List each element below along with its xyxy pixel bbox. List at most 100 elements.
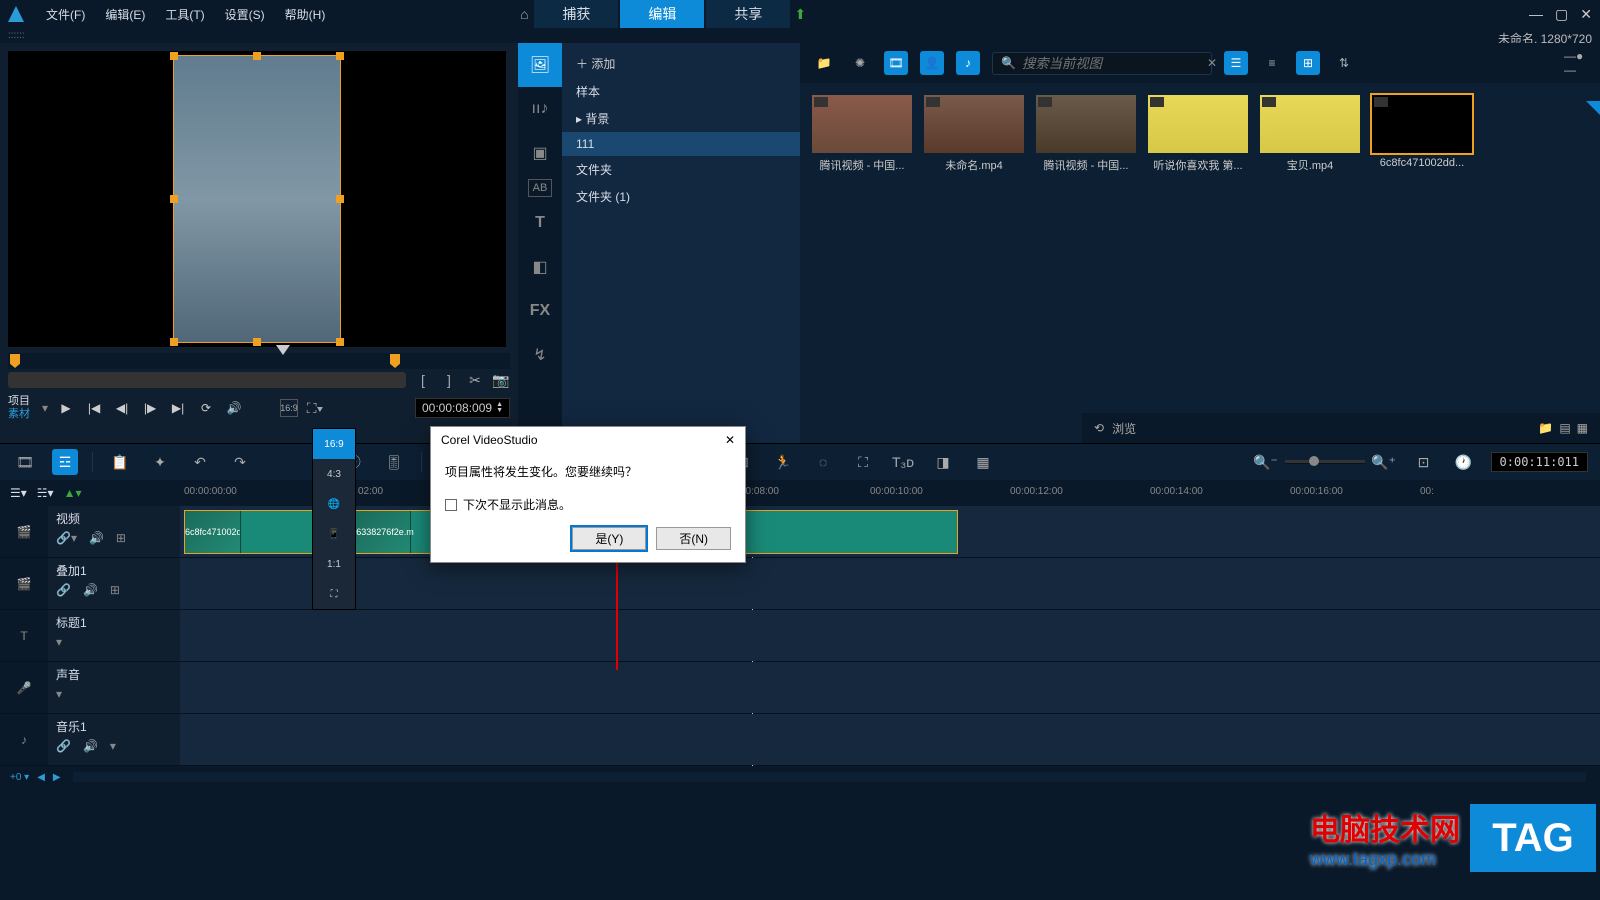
capture-icon[interactable]: ✺	[848, 51, 872, 75]
view-detail-icon[interactable]: ≡	[1260, 51, 1284, 75]
track-icon[interactable]: 🎤	[0, 662, 48, 713]
menu-help[interactable]: 帮助(H)	[275, 6, 336, 23]
aspect-opt-16-9[interactable]: 16:9	[313, 429, 355, 459]
scroll-left-icon[interactable]: ◀	[37, 772, 45, 783]
lock-icon[interactable]: ⊞	[110, 583, 120, 597]
chevron-icon[interactable]: ▾	[110, 739, 116, 753]
aspect-opt-portrait[interactable]: 📱	[313, 519, 355, 549]
tree-item-111[interactable]: 111	[562, 132, 800, 156]
panel-layout2-icon[interactable]: ▦	[1577, 421, 1588, 435]
scroll-right-icon[interactable]: ▶	[53, 772, 61, 783]
browse-icon[interactable]: ⟲	[1094, 421, 1104, 435]
zoom-out-icon[interactable]: 🔍⁻	[1253, 449, 1279, 475]
text-tab-icon[interactable]: T	[518, 201, 562, 245]
mute-icon[interactable]: 🔊	[83, 739, 98, 753]
handle-l[interactable]	[170, 195, 178, 203]
expand-icon[interactable]: ⛶▾	[306, 399, 324, 417]
mute-icon[interactable]: 🔊	[89, 531, 104, 545]
track-icon[interactable]: 🎬	[0, 506, 48, 557]
fit-icon[interactable]: ⊡	[1411, 449, 1437, 475]
timeline-view-icon[interactable]: ☲	[52, 449, 78, 475]
goto-start-button[interactable]: |◀	[84, 398, 104, 418]
tree-item-folder-1[interactable]: 文件夹 (1)	[562, 183, 800, 210]
menu-tools[interactable]: 工具(T)	[155, 6, 214, 23]
track-motion-icon[interactable]: ◌	[810, 449, 836, 475]
browse-label[interactable]: 浏览	[1112, 420, 1136, 437]
link-icon[interactable]: 🔗	[56, 583, 71, 597]
tools-icon[interactable]: ✦	[147, 449, 173, 475]
cut-icon[interactable]: ✂	[466, 371, 484, 389]
thumb-item[interactable]: 腾讯视频 - 中国...	[1036, 95, 1136, 173]
volume-button[interactable]: 🔊	[224, 398, 244, 418]
minimize-button[interactable]: —	[1529, 6, 1543, 23]
size-slider-icon[interactable]: —●—	[1564, 51, 1588, 75]
next-frame-button[interactable]: |▶	[140, 398, 160, 418]
aspect-opt-360[interactable]: 🌐	[313, 489, 355, 519]
mode-project[interactable]: 项目	[8, 395, 30, 408]
view-grid-icon[interactable]: ⊞	[1296, 51, 1320, 75]
3d-title-icon[interactable]: T₃ᴅ	[890, 449, 916, 475]
playhead-icon[interactable]	[276, 345, 290, 355]
crop-icon[interactable]: ⛶	[850, 449, 876, 475]
mask-icon[interactable]: ◨	[930, 449, 956, 475]
handle-t[interactable]	[253, 52, 261, 60]
handle-br[interactable]	[336, 338, 344, 346]
view-list-icon[interactable]: ☰	[1224, 51, 1248, 75]
motion-icon[interactable]: 🏃	[770, 449, 796, 475]
handle-b[interactable]	[253, 338, 261, 346]
trim-bar[interactable]	[8, 353, 510, 369]
storyboard-view-icon[interactable]: 🎞	[12, 449, 38, 475]
thumb-item[interactable]: 腾讯视频 - 中国...	[812, 95, 912, 173]
mode-clip[interactable]: 素材	[8, 408, 30, 421]
filter-photo-icon[interactable]: 👤	[920, 51, 944, 75]
handle-bl[interactable]	[170, 338, 178, 346]
panel-layout1-icon[interactable]: ▤	[1559, 421, 1570, 435]
menu-edit[interactable]: 编辑(E)	[95, 6, 155, 23]
dont-show-checkbox[interactable]	[445, 499, 457, 511]
thumb-item[interactable]: 宝贝.mp4	[1260, 95, 1360, 173]
close-button[interactable]: ✕	[1580, 6, 1592, 23]
handle-tr[interactable]	[336, 52, 344, 60]
copy-icon[interactable]: 📋	[107, 449, 133, 475]
search-clear-icon[interactable]: ✕	[1207, 56, 1217, 70]
scrub-bar[interactable]	[8, 372, 406, 388]
undo-icon[interactable]: ↶	[187, 449, 213, 475]
prev-frame-button[interactable]: ◀|	[112, 398, 132, 418]
mute-icon[interactable]: 🔊	[83, 583, 98, 597]
selection-box[interactable]	[173, 55, 341, 343]
split-screen-icon[interactable]: ▦	[970, 449, 996, 475]
goto-end-button[interactable]: ▶|	[168, 398, 188, 418]
track-lane[interactable]	[180, 610, 1600, 661]
link-icon[interactable]: 🔗▾	[56, 531, 77, 545]
tab-capture[interactable]: 捕获	[534, 0, 618, 28]
h-scrollbar[interactable]	[73, 772, 1586, 782]
track-menu-icon[interactable]: ☰▾	[10, 486, 27, 500]
import-icon[interactable]: 📁	[812, 51, 836, 75]
zoom-in-icon[interactable]: 🔍⁺	[1371, 449, 1397, 475]
home-icon[interactable]: ⌂	[515, 5, 533, 23]
track-icon[interactable]: 🎬	[0, 558, 48, 609]
filter-video-icon[interactable]: 🎞	[884, 51, 908, 75]
track-lane[interactable]: 6c8fc471002ddd 56338276f2e.m	[180, 506, 1600, 557]
track-lane[interactable]	[180, 714, 1600, 765]
preview-timecode[interactable]: 00:00:08:009 ▲▼	[415, 398, 510, 418]
loop-button[interactable]: ⟳	[196, 398, 216, 418]
menu-settings[interactable]: 设置(S)	[215, 6, 275, 23]
mixer-icon[interactable]: 🎚	[381, 449, 407, 475]
panel-folder-icon[interactable]: 📁	[1538, 421, 1553, 435]
filter-audio-icon[interactable]: ♪	[956, 51, 980, 75]
thumb-item[interactable]: 6c8fc471002dd...	[1372, 95, 1472, 173]
audio-tab-icon[interactable]: ıı♪	[518, 87, 562, 131]
no-button[interactable]: 否(N)	[656, 527, 731, 550]
add-folder-button[interactable]: ＋ 添加	[562, 49, 800, 78]
track-lane[interactable]	[180, 662, 1600, 713]
yes-button[interactable]: 是(Y)	[572, 527, 646, 550]
track-icon[interactable]: T	[0, 610, 48, 661]
sort-icon[interactable]: ⇅	[1332, 51, 1356, 75]
play-button[interactable]: ▶	[56, 398, 76, 418]
track-add-icon[interactable]: ☵▾	[37, 486, 54, 500]
time-ruler[interactable]: 00:00:00:00 02:00 00:08:00 00:00:10:00 0…	[180, 480, 1600, 506]
aspect-opt-custom[interactable]: ⛶	[313, 579, 355, 609]
track-lane[interactable]	[180, 558, 1600, 609]
aspect-opt-1-1[interactable]: 1:1	[313, 549, 355, 579]
